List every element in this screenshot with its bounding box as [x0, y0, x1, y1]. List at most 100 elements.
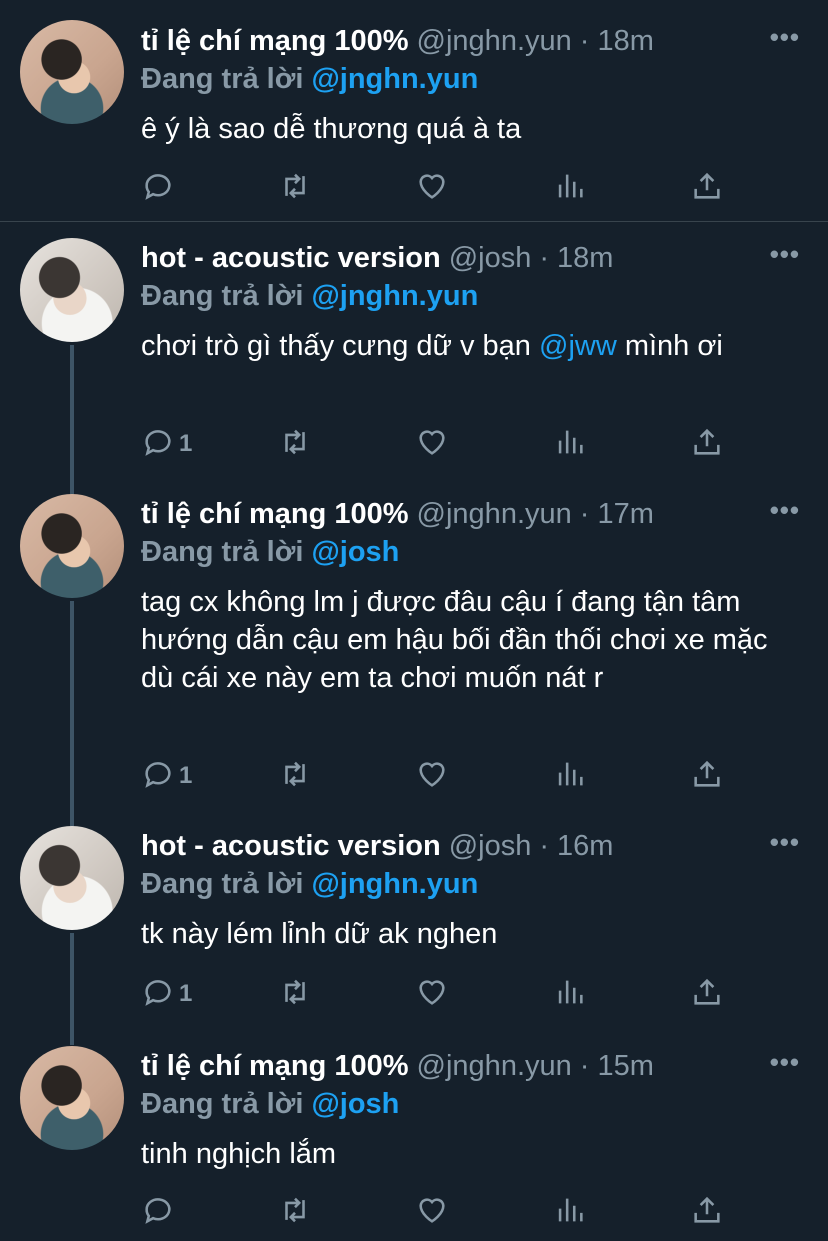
share-button[interactable]	[690, 1194, 724, 1230]
display-name[interactable]: tỉ lệ chí mạng 100%	[141, 22, 409, 60]
replying-mention[interactable]: @jnghn.yun	[311, 868, 478, 900]
separator-dot: ·	[539, 242, 550, 274]
tweet-header: hot - acoustic version @josh · 16m	[141, 827, 800, 865]
retweet-button[interactable]	[278, 426, 312, 462]
username[interactable]: @jnghn.yun	[417, 1047, 572, 1085]
timestamp[interactable]: 18m	[557, 239, 613, 277]
tweet[interactable]: hot - acoustic version @josh · 16m ••• Đ…	[0, 810, 828, 1030]
retweet-button[interactable]	[278, 758, 312, 794]
tweet[interactable]: tỉ lệ chí mạng 100% @jnghn.yun · 15m •••…	[0, 1030, 828, 1241]
avatar[interactable]	[20, 238, 124, 342]
separator-dot: ·	[539, 830, 550, 862]
share-button[interactable]	[690, 758, 724, 794]
analytics-icon	[553, 1193, 587, 1232]
reply-button[interactable]	[141, 170, 179, 206]
retweet-icon	[278, 1193, 312, 1232]
replying-prefix: Đang trả lời	[141, 63, 304, 95]
avatar[interactable]	[20, 1046, 124, 1150]
separator-dot: ·	[579, 25, 590, 57]
share-icon	[690, 975, 724, 1014]
like-button[interactable]	[415, 170, 449, 206]
replying-mention[interactable]: @jnghn.yun	[311, 280, 478, 312]
retweet-button[interactable]	[278, 170, 312, 206]
replying-to: Đang trả lời @josh	[141, 1085, 800, 1123]
avatar[interactable]	[20, 494, 124, 598]
more-horizontal-icon[interactable]: •••	[770, 495, 800, 525]
replying-mention[interactable]: @josh	[311, 1088, 399, 1120]
tweet-text: tinh nghịch lắm	[141, 1138, 337, 1170]
username[interactable]: @josh	[449, 827, 532, 865]
mention-link[interactable]: @jww	[539, 330, 617, 362]
reply-icon	[141, 425, 175, 464]
like-button[interactable]	[415, 1194, 449, 1230]
replying-to: Đang trả lời @jnghn.yun	[141, 277, 800, 315]
analytics-icon	[553, 757, 587, 796]
like-icon	[415, 975, 449, 1014]
replying-prefix: Đang trả lời	[141, 868, 304, 900]
share-button[interactable]	[690, 976, 724, 1012]
tweet[interactable]: hot - acoustic version @josh · 18m ••• Đ…	[0, 222, 828, 480]
reply-button[interactable]	[141, 1194, 179, 1230]
reply-button[interactable]: 1	[141, 426, 192, 462]
like-button[interactable]	[415, 758, 449, 794]
like-button[interactable]	[415, 976, 449, 1012]
reply-count: 1	[179, 430, 193, 457]
analytics-icon	[553, 425, 587, 464]
more-horizontal-icon[interactable]: •••	[770, 22, 800, 52]
retweet-icon	[278, 169, 312, 208]
tweet-text: tag cx không lm j được đâu cậu í đang tậ…	[141, 586, 768, 694]
tweet-header: tỉ lệ chí mạng 100% @jnghn.yun · 17m	[141, 495, 800, 533]
tweet-text: ê ý là sao dễ thương quá à ta	[141, 113, 522, 145]
replying-mention[interactable]: @jnghn.yun	[311, 63, 478, 95]
more-horizontal-icon[interactable]: •••	[770, 1047, 800, 1077]
separator-dot: ·	[579, 1050, 590, 1082]
tweet-text-part: mình ơi	[616, 330, 723, 362]
retweet-button[interactable]	[278, 976, 312, 1012]
share-button[interactable]	[690, 170, 724, 206]
tweet-actions: 1	[141, 976, 741, 1016]
tweet[interactable]: tỉ lệ chí mạng 100% @jnghn.yun · 17m •••…	[0, 480, 828, 810]
analytics-button[interactable]	[553, 976, 587, 1012]
username[interactable]: @jnghn.yun	[417, 22, 572, 60]
reply-icon	[141, 975, 175, 1014]
more-horizontal-icon[interactable]: •••	[770, 239, 800, 269]
reply-count: 1	[179, 762, 193, 789]
analytics-button[interactable]	[553, 1194, 587, 1230]
like-icon	[415, 757, 449, 796]
tweet-header: tỉ lệ chí mạng 100% @jnghn.yun · 18m	[141, 22, 800, 60]
tweet-actions: 1	[141, 758, 741, 798]
avatar[interactable]	[20, 20, 124, 124]
username[interactable]: @jnghn.yun	[417, 495, 572, 533]
replying-to: Đang trả lời @jnghn.yun	[141, 865, 800, 903]
timestamp[interactable]: 16m	[557, 827, 613, 865]
username[interactable]: @josh	[449, 239, 532, 277]
share-icon	[690, 1193, 724, 1232]
timestamp[interactable]: 18m	[597, 22, 653, 60]
share-button[interactable]	[690, 426, 724, 462]
reply-icon	[141, 169, 175, 208]
tweet[interactable]: tỉ lệ chí mạng 100% @jnghn.yun · 18m •••…	[0, 0, 828, 222]
tweet-text: tk này lém lỉnh dữ ak nghen	[141, 918, 498, 950]
reply-button[interactable]: 1	[141, 976, 192, 1012]
timestamp[interactable]: 17m	[597, 495, 653, 533]
more-horizontal-icon[interactable]: •••	[770, 827, 800, 857]
analytics-button[interactable]	[553, 758, 587, 794]
display-name[interactable]: tỉ lệ chí mạng 100%	[141, 1047, 409, 1085]
analytics-button[interactable]	[553, 426, 587, 462]
timestamp[interactable]: 15m	[597, 1047, 653, 1085]
tweet-actions	[141, 170, 741, 210]
like-icon	[415, 1193, 449, 1232]
replying-prefix: Đang trả lời	[141, 280, 304, 312]
avatar[interactable]	[20, 826, 124, 930]
reply-button[interactable]: 1	[141, 758, 192, 794]
retweet-button[interactable]	[278, 1194, 312, 1230]
like-button[interactable]	[415, 426, 449, 462]
replying-mention[interactable]: @josh	[311, 536, 399, 568]
display-name[interactable]: hot - acoustic version	[141, 239, 441, 277]
analytics-button[interactable]	[553, 170, 587, 206]
display-name[interactable]: hot - acoustic version	[141, 827, 441, 865]
tweet-text-part: chơi trò gì thấy cưng dữ v bạn	[141, 330, 539, 362]
retweet-icon	[278, 757, 312, 796]
display-name[interactable]: tỉ lệ chí mạng 100%	[141, 495, 409, 533]
retweet-icon	[278, 975, 312, 1014]
